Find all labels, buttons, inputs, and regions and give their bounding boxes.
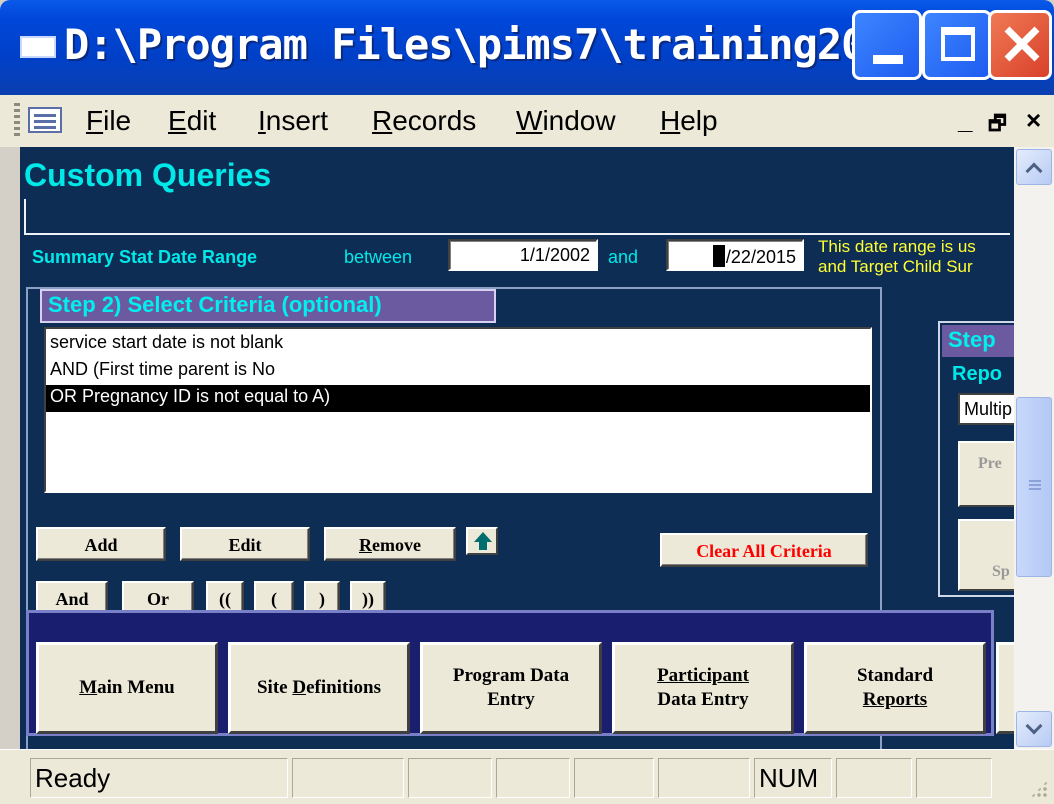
participant-data-entry-button[interactable]: Participant Data Entry [612, 642, 794, 734]
and-label: and [608, 247, 639, 267]
next-nav-button-clipped[interactable] [996, 642, 1014, 734]
text-cursor [712, 245, 725, 267]
close-icon [1004, 26, 1040, 62]
remove-criteria-button[interactable]: Remove [324, 527, 456, 561]
date-range-note: This date range is us and Target Child Su… [818, 237, 976, 276]
edit-criteria-button[interactable]: Edit [180, 527, 310, 561]
status-pane [408, 758, 492, 798]
form-title: Custom Queries [24, 157, 272, 193]
preview-button[interactable]: Pre [958, 441, 1014, 507]
status-pane [292, 758, 404, 798]
add-criteria-button[interactable]: Add [36, 527, 166, 561]
minimize-button[interactable] [852, 10, 922, 80]
toolbar-grip[interactable] [14, 103, 20, 139]
num-lock-indicator: NUM [754, 758, 832, 798]
mdi-minimize-button[interactable]: _ [958, 105, 972, 136]
minimize-icon [873, 55, 903, 64]
site-definitions-button[interactable]: Site Definitions [228, 642, 410, 734]
status-bar: Ready NUM [0, 749, 1054, 804]
report-type-select[interactable]: Multip [958, 393, 1014, 425]
menu-window[interactable]: Window [516, 105, 616, 137]
start-date-input[interactable]: 1/1/2002 [448, 239, 598, 271]
close-button[interactable] [988, 10, 1052, 80]
title-divider [24, 199, 1010, 235]
move-up-button[interactable] [466, 527, 498, 555]
date-range-label: Summary Stat Date Range [32, 247, 258, 267]
form-document-icon[interactable] [28, 107, 62, 133]
chevron-up-icon [1025, 162, 1043, 180]
arrow-up-icon [474, 532, 492, 550]
criteria-item[interactable]: AND (First time parent is No [46, 358, 870, 385]
between-label: between [344, 247, 413, 267]
standard-reports-button[interactable]: Standard Reports [804, 642, 986, 734]
program-data-entry-button[interactable]: Program Data Entry [420, 642, 602, 734]
criteria-item-selected[interactable]: OR Pregnancy ID is not equal to A) [46, 385, 870, 412]
maximize-button[interactable] [922, 10, 992, 80]
window-title: D:\Program Files\pims7\training20... [64, 20, 939, 69]
status-pane [574, 758, 654, 798]
menu-help[interactable]: Help [660, 105, 718, 137]
resize-grip-icon[interactable] [1030, 780, 1048, 798]
status-pane [496, 758, 570, 798]
status-pane [916, 758, 992, 798]
menu-records[interactable]: Records [372, 105, 476, 137]
spreadsheet-button[interactable]: Sp [958, 519, 1014, 591]
vertical-scrollbar[interactable] [1014, 147, 1054, 749]
scroll-thumb[interactable] [1016, 397, 1052, 577]
end-date-input[interactable]: /22/2015 [666, 239, 804, 271]
criteria-list[interactable]: service start date is not blank AND (Fir… [44, 327, 872, 493]
maximize-icon [941, 27, 975, 61]
mdi-restore-button[interactable]: 🗗 [988, 109, 1007, 143]
status-pane [836, 758, 912, 798]
chevron-down-icon [1025, 717, 1043, 735]
mdi-close-button[interactable]: × [1026, 105, 1041, 136]
main-menu-button[interactable]: Main Menu [36, 642, 218, 734]
criteria-item[interactable]: service start date is not blank [46, 331, 870, 358]
title-bar[interactable]: D:\Program Files\pims7\training20... [0, 0, 1054, 95]
menu-insert[interactable]: Insert [258, 105, 328, 137]
clear-all-criteria-button[interactable]: Clear All Criteria [660, 533, 868, 567]
step3-title: Step [942, 325, 1014, 357]
step2-title: Step 2) Select Criteria (optional) [40, 289, 496, 323]
status-pane [658, 758, 750, 798]
app-window-icon [20, 36, 56, 58]
menu-file[interactable]: File [86, 105, 131, 137]
scroll-down-button[interactable] [1016, 711, 1052, 747]
menu-bar: File Edit Insert Records Window Help _ 🗗… [0, 95, 1054, 147]
report-label: Repo [952, 363, 1002, 385]
scroll-up-button[interactable] [1016, 149, 1052, 185]
menu-edit[interactable]: Edit [168, 105, 216, 137]
status-text: Ready [30, 758, 288, 798]
